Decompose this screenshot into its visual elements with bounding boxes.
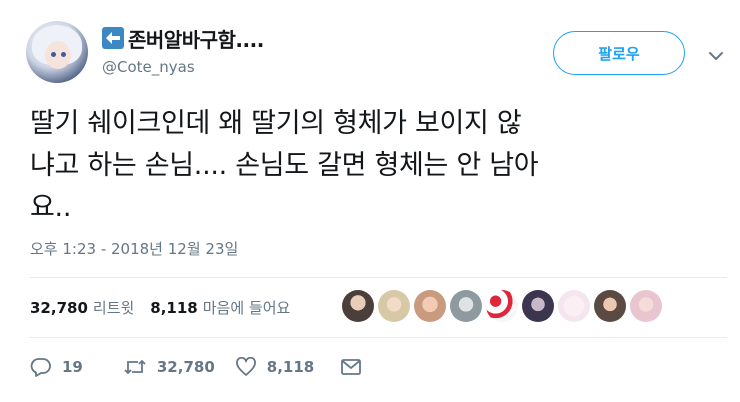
- direct-message-button[interactable]: [340, 357, 372, 377]
- liker-avatar[interactable]: [522, 290, 554, 322]
- tweet-text: 딸기 쉐이크인데 왜 딸기의 형체가 보이지 않 냐고 하는 손님.... 손님…: [30, 103, 720, 229]
- liker-avatar[interactable]: [486, 290, 518, 322]
- chevron-down-icon[interactable]: [704, 46, 728, 66]
- likers-avatars: [342, 290, 666, 322]
- likes-label: 마음에 들어요: [202, 298, 291, 317]
- avatar-eye-left: [51, 52, 56, 57]
- user-handle[interactable]: @Cote_nyas: [102, 58, 195, 76]
- follow-button[interactable]: 팔로우: [553, 31, 685, 75]
- reply-count: 19: [62, 358, 83, 376]
- retweets-label: 리트윗: [92, 298, 135, 317]
- liker-avatar[interactable]: [342, 290, 374, 322]
- retweets-stat[interactable]: 32,780 리트윗: [30, 297, 134, 318]
- reply-icon: [30, 358, 51, 377]
- back-arrow-icon: [102, 27, 124, 49]
- like-count: 8,118: [266, 358, 315, 376]
- display-name-row[interactable]: 존버알바구함....: [102, 24, 264, 52]
- liker-avatar[interactable]: [414, 290, 446, 322]
- retweet-count: 32,780: [156, 358, 215, 376]
- tweet-text-line: 요..: [30, 192, 72, 223]
- display-name[interactable]: 존버알바구함....: [128, 24, 264, 53]
- likes-count: 8,118: [150, 298, 198, 317]
- liker-avatar[interactable]: [378, 290, 410, 322]
- liker-avatar[interactable]: [450, 290, 482, 322]
- reply-button[interactable]: 19: [30, 357, 83, 377]
- envelope-icon: [341, 359, 362, 375]
- tweet-actions: 19 32,780 8,118: [30, 355, 372, 379]
- like-button[interactable]: 8,118: [235, 357, 314, 377]
- retweet-icon: [124, 359, 146, 375]
- liker-avatar[interactable]: [630, 290, 662, 322]
- tweet-stats: 32,780 리트윗 8,118 마음에 들어요: [30, 292, 290, 322]
- avatar-eye-right: [61, 52, 66, 57]
- profile-avatar[interactable]: [26, 21, 88, 83]
- likes-stat[interactable]: 8,118 마음에 들어요: [150, 297, 290, 318]
- avatar-face: [45, 41, 71, 69]
- tweet-text-line: 냐고 하는 손님.... 손님도 갈면 형체는 안 남아: [30, 150, 539, 181]
- heart-icon: [235, 357, 256, 376]
- tweet-timestamp[interactable]: 오후 1:23 - 2018년 12월 23일: [30, 238, 238, 259]
- divider-top: [29, 277, 727, 278]
- liker-avatar[interactable]: [558, 290, 590, 322]
- retweets-count: 32,780: [30, 298, 88, 317]
- liker-avatar[interactable]: [594, 290, 626, 322]
- retweet-button[interactable]: 32,780: [123, 357, 215, 377]
- tweet-text-line: 딸기 쉐이크인데 왜 딸기의 형체가 보이지 않: [30, 108, 522, 139]
- divider-bottom: [29, 337, 727, 338]
